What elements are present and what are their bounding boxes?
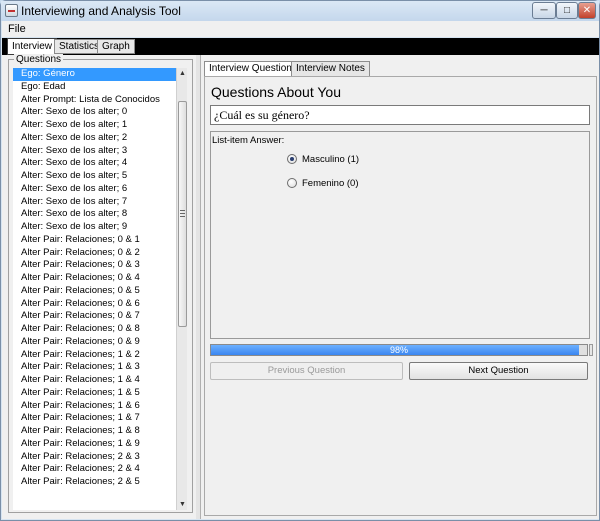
interview-questions-content: Questions About You ¿Cuál es su género? … (204, 76, 597, 516)
answer-area: List-item Answer: Masculino (1) Femenino… (210, 131, 590, 339)
minimize-icon: ─ (540, 5, 548, 16)
option-label: Masculino (1) (302, 153, 360, 165)
progress-end-cap (589, 344, 593, 356)
window-title: Interviewing and Analysis Tool (21, 4, 181, 18)
question-text-field[interactable]: ¿Cuál es su género? (210, 105, 590, 125)
tab-interview-questions[interactable]: Interview Questions (204, 61, 302, 77)
scroll-down-arrow-icon[interactable]: ▼ (177, 499, 188, 510)
list-item[interactable]: Alter: Sexo de los alter; 1 (13, 119, 176, 132)
title-bar: Interviewing and Analysis Tool ─ □ ✕ (1, 1, 599, 21)
option-label: Femenino (0) (302, 177, 359, 189)
list-item[interactable]: Alter: Sexo de los alter; 8 (13, 208, 176, 221)
list-item[interactable]: Ego: Género (13, 68, 176, 81)
list-item[interactable]: Alter Pair: Relaciones; 2 & 3 (13, 451, 176, 464)
list-item[interactable]: Alter: Sexo de los alter; 2 (13, 132, 176, 145)
list-item[interactable]: Alter: Sexo de los alter; 9 (13, 221, 176, 234)
radio-selected-icon[interactable] (287, 154, 297, 164)
list-item[interactable]: Alter Prompt: Lista de Conocidos (13, 94, 176, 107)
questions-panel: Questions Ego: Género Ego: Edad Alter Prom… (8, 54, 193, 513)
grip-icon (180, 210, 185, 211)
list-item[interactable]: Alter Pair: Relaciones; 0 & 3 (13, 259, 176, 272)
main-content: Questions Ego: Género Ego: Edad Alter Prom… (2, 54, 599, 519)
list-item[interactable]: Alter Pair: Relaciones; 2 & 4 (13, 463, 176, 476)
maximize-icon: □ (563, 5, 571, 16)
scrollbar-thumb[interactable] (178, 101, 187, 327)
list-item[interactable]: Alter Pair: Relaciones; 1 & 2 (13, 349, 176, 362)
list-item[interactable]: Alter Pair: Relaciones; 1 & 4 (13, 374, 176, 387)
section-title: Questions About You (211, 84, 341, 100)
radio-unselected-icon[interactable] (287, 178, 297, 188)
list-item[interactable]: Alter Pair: Relaciones; 0 & 2 (13, 247, 176, 260)
answer-option-masculino[interactable]: Masculino (1) (287, 153, 359, 165)
list-item[interactable]: Alter Pair: Relaciones; 1 & 6 (13, 400, 176, 413)
interview-progress-bar: 98% (210, 344, 588, 356)
answer-label: List-item Answer: (212, 135, 285, 146)
close-icon: ✕ (582, 5, 592, 16)
list-item[interactable]: Alter Pair: Relaciones; 0 & 9 (13, 336, 176, 349)
list-item[interactable]: Alter Pair: Relaciones; 1 & 8 (13, 425, 176, 438)
questions-list[interactable]: Ego: Género Ego: Edad Alter Prompt: Lista … (13, 68, 176, 510)
list-item[interactable]: Alter Pair: Relaciones; 0 & 6 (13, 298, 176, 311)
list-item[interactable]: Alter: Sexo de los alter; 0 (13, 106, 176, 119)
list-item[interactable]: Alter: Sexo de los alter; 5 (13, 170, 176, 183)
previous-question-button[interactable]: Previous Question (210, 362, 403, 380)
list-item[interactable]: Alter Pair: Relaciones; 0 & 1 (13, 234, 176, 247)
main-tab-strip: Interview Statistics Graph (2, 38, 599, 55)
interview-panel: Interview Questions Interview Notes Ques… (200, 55, 599, 519)
list-item[interactable]: Alter Pair: Relaciones; 1 & 7 (13, 412, 176, 425)
tab-interview-notes[interactable]: Interview Notes (291, 61, 370, 77)
menu-bar: File (2, 21, 599, 37)
close-button[interactable]: ✕ (578, 2, 596, 19)
list-item[interactable]: Alter Pair: Relaciones; 1 & 3 (13, 361, 176, 374)
list-item[interactable]: Alter Pair: Relaciones; 0 & 4 (13, 272, 176, 285)
list-item[interactable]: Alter Pair: Relaciones; 1 & 9 (13, 438, 176, 451)
menu-file[interactable]: File (8, 23, 26, 35)
list-item[interactable]: Alter: Sexo de los alter; 6 (13, 183, 176, 196)
maximize-button[interactable]: □ (556, 2, 578, 19)
list-item[interactable]: Alter Pair: Relaciones; 1 & 5 (13, 387, 176, 400)
tab-graph[interactable]: Graph (97, 39, 135, 54)
list-item[interactable]: Alter: Sexo de los alter; 4 (13, 157, 176, 170)
list-item[interactable]: Ego: Edad (13, 81, 176, 94)
list-item[interactable]: Alter Pair: Relaciones; 0 & 8 (13, 323, 176, 336)
progress-text: 98% (389, 345, 408, 355)
questions-scrollbar[interactable]: ▲ ▼ (176, 68, 187, 510)
list-item[interactable]: Alter Pair: Relaciones; 2 & 5 (13, 476, 176, 489)
scroll-up-arrow-icon[interactable]: ▲ (177, 68, 188, 79)
questions-legend: Questions (14, 54, 64, 65)
list-item[interactable]: Alter: Sexo de los alter; 3 (13, 145, 176, 158)
answer-option-femenino[interactable]: Femenino (0) (287, 177, 359, 189)
app-window: Interviewing and Analysis Tool ─ □ ✕ Fil… (0, 0, 600, 521)
tab-interview[interactable]: Interview (7, 38, 58, 55)
minimize-button[interactable]: ─ (532, 2, 556, 19)
list-item[interactable]: Alter Pair: Relaciones; 0 & 7 (13, 310, 176, 323)
next-question-button[interactable]: Next Question (409, 362, 588, 380)
list-item[interactable]: Alter: Sexo de los alter; 7 (13, 196, 176, 209)
list-item[interactable]: Alter Pair: Relaciones; 0 & 5 (13, 285, 176, 298)
app-icon (5, 4, 18, 17)
